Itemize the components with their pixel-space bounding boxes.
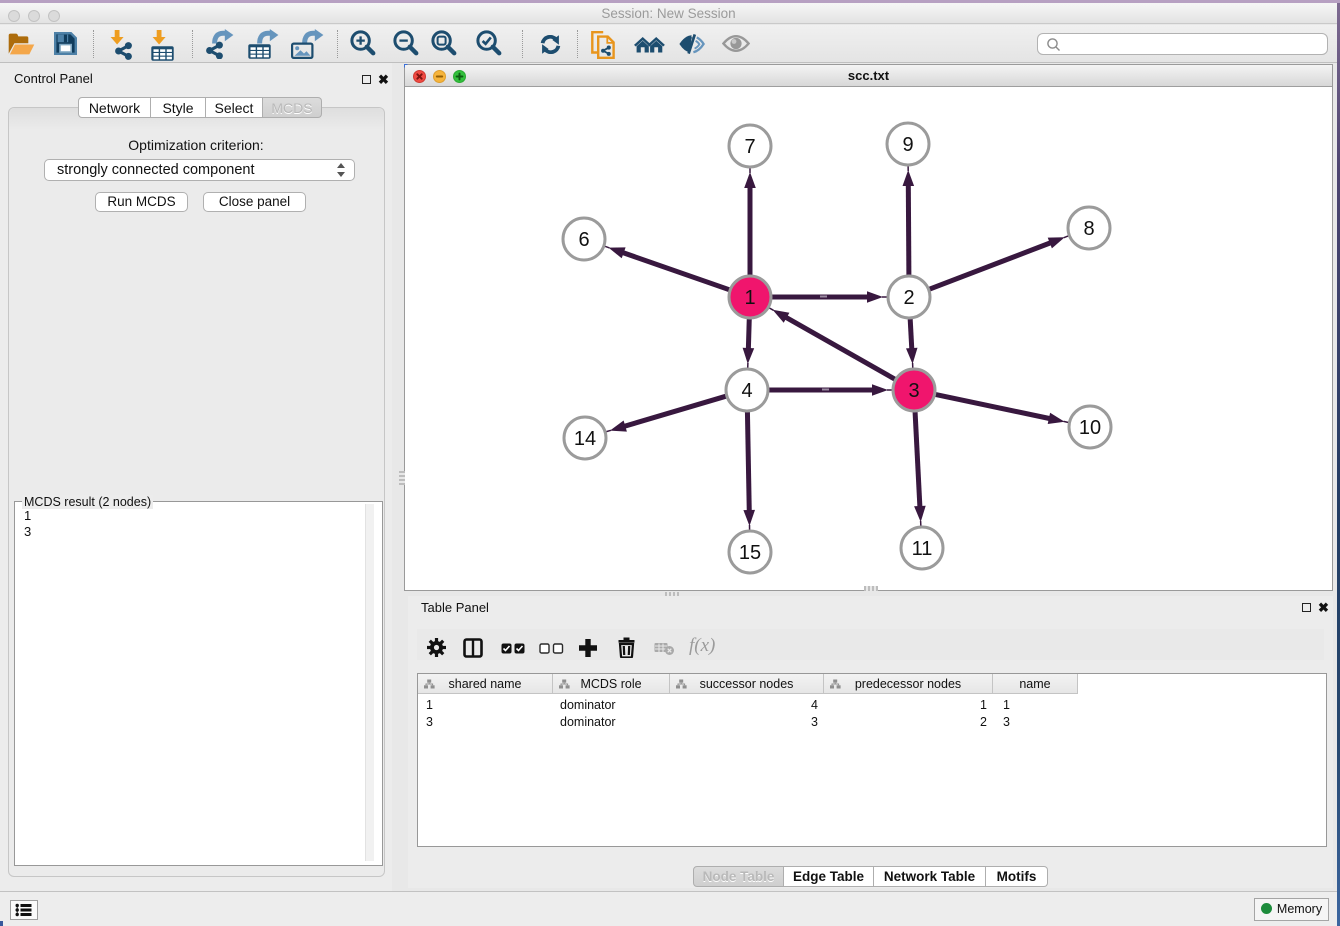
svg-text:6: 6 [578,229,589,251]
svg-text:14: 14 [574,428,596,450]
svg-text:4: 4 [741,380,752,402]
svg-text:3: 3 [908,380,919,402]
svg-text:8: 8 [1083,218,1094,240]
svg-text:10: 10 [1079,417,1101,439]
svg-text:11: 11 [912,538,933,560]
svg-text:1: 1 [744,287,755,309]
svg-text:9: 9 [902,134,913,156]
svg-text:7: 7 [744,136,755,158]
svg-text:2: 2 [903,287,914,309]
svg-text:15: 15 [739,542,761,564]
